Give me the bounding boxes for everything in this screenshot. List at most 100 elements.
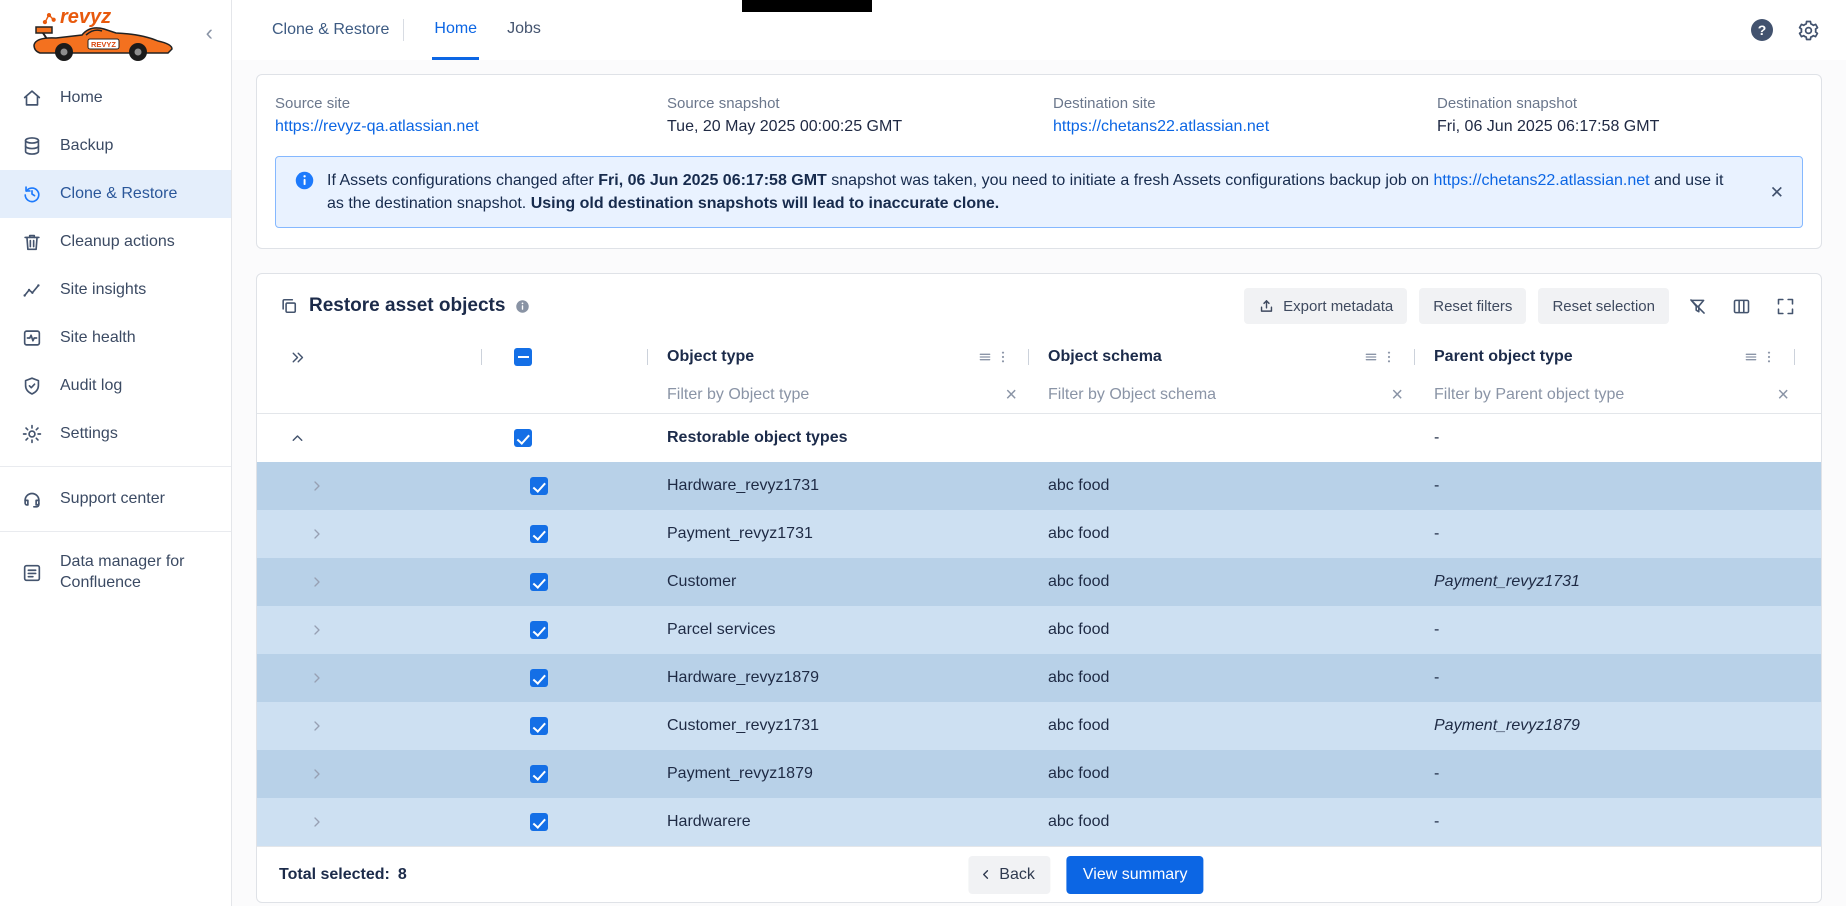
back-button[interactable]: Back [968, 856, 1051, 894]
export-metadata-button[interactable]: Export metadata [1244, 288, 1407, 324]
row-checkbox[interactable] [530, 669, 548, 687]
destination-snapshot-value: Fri, 06 Jun 2025 06:17:58 GMT [1437, 118, 1821, 136]
row-checkbox[interactable] [530, 525, 548, 543]
chevron-right-icon[interactable] [309, 814, 325, 830]
headset-icon [20, 488, 44, 510]
filter-parent-object-type-input[interactable] [1434, 386, 1771, 404]
sidebar-item-backup[interactable]: Backup [0, 122, 231, 170]
sidebar-item-site-health[interactable]: Site health [0, 314, 231, 362]
chevron-right-icon[interactable] [309, 622, 325, 638]
view-summary-button[interactable]: View summary [1067, 856, 1204, 894]
table-row[interactable]: Parcel services abc food - [257, 606, 1821, 654]
reset-selection-button[interactable]: Reset selection [1538, 288, 1669, 324]
fullscreen-icon[interactable] [1769, 290, 1801, 322]
sidebar-item-settings[interactable]: Settings [0, 410, 231, 458]
column-header-icons [977, 349, 1011, 365]
column-menu-icon[interactable] [1363, 349, 1379, 365]
column-header-object-type: Object type [648, 338, 1029, 376]
tab-home[interactable]: Home [432, 0, 479, 60]
sidebar-item-data-manager[interactable]: Data manager for Confluence [0, 540, 231, 606]
header-expand-column [257, 338, 482, 376]
row-expand-cell [257, 478, 482, 494]
reset-filters-button[interactable]: Reset filters [1419, 288, 1526, 324]
chevron-right-icon[interactable] [309, 718, 325, 734]
column-more-icon[interactable] [1381, 349, 1397, 365]
filter-object-schema-input[interactable] [1048, 386, 1385, 404]
tab-jobs[interactable]: Jobs [505, 0, 543, 60]
close-icon[interactable]: ✕ [1770, 184, 1784, 201]
sidebar-item-audit-log[interactable]: Audit log [0, 362, 231, 410]
column-menu-icon[interactable] [1743, 349, 1759, 365]
page-title: Restore asset objects [309, 295, 505, 317]
row-expand-cell [257, 766, 482, 782]
row-checkbox-cell [482, 573, 648, 591]
clear-filter-icon[interactable]: × [1005, 385, 1017, 405]
clear-filter-icon[interactable]: × [1391, 385, 1403, 405]
row-checkbox[interactable] [530, 477, 548, 495]
breadcrumb[interactable]: Clone & Restore [272, 21, 389, 39]
table-row[interactable]: Hardware_revyz1879 abc food - [257, 654, 1821, 702]
filter-object-type-cell: × [648, 385, 1029, 405]
sidebar-item-home[interactable]: Home [0, 74, 231, 122]
chevron-right-icon[interactable] [309, 526, 325, 542]
filter-object-type-input[interactable] [667, 386, 999, 404]
row-checkbox[interactable] [530, 813, 548, 831]
cell-object-schema: abc food [1029, 573, 1415, 591]
cell-object-schema: abc food [1029, 765, 1415, 783]
sidebar-item-clone-restore[interactable]: Clone & Restore [0, 170, 231, 218]
alert-destination-link[interactable]: https://chetans22.atlassian.net [1433, 172, 1649, 189]
settings-gear-icon[interactable] [1797, 19, 1820, 42]
chevron-up-icon[interactable] [289, 430, 306, 447]
table-row[interactable]: Customer_revyz1731 abc food Payment_revy… [257, 702, 1821, 750]
sidebar-item-site-insights[interactable]: Site insights [0, 266, 231, 314]
clear-filter-icon[interactable]: × [1777, 385, 1789, 405]
row-checkbox[interactable] [530, 717, 548, 735]
table-group-row[interactable]: Restorable object types - [257, 414, 1821, 462]
sidebar-item-cleanup-actions[interactable]: Cleanup actions [0, 218, 231, 266]
column-more-icon[interactable] [995, 349, 1011, 365]
table-filter-row: × × × [257, 376, 1821, 414]
destination-site-link[interactable]: https://chetans22.atlassian.net [1053, 118, 1269, 135]
expand-all-icon[interactable] [289, 349, 306, 366]
sidebar-item-label: Home [60, 89, 103, 107]
row-checkbox[interactable] [530, 765, 548, 783]
chevron-right-icon[interactable] [309, 766, 325, 782]
breadcrumb-divider [403, 19, 404, 41]
column-menu-icon[interactable] [977, 349, 993, 365]
sidebar-item-label: Site health [60, 329, 136, 347]
export-icon [1258, 298, 1275, 315]
cell-object-type: Customer_revyz1731 [648, 717, 1029, 735]
snapshot-fields: Source site https://revyz-qa.atlassian.n… [257, 95, 1821, 136]
help-icon[interactable]: ? [1751, 19, 1773, 41]
chevron-left-icon [978, 867, 993, 882]
table-footer: Total selected:8 Back View summary [257, 846, 1821, 902]
group-checkbox[interactable] [514, 429, 532, 447]
cell-parent-object-type: Payment_revyz1879 [1415, 717, 1821, 735]
info-dot-icon[interactable] [515, 299, 530, 314]
column-more-icon[interactable] [1761, 349, 1777, 365]
clone-restore-icon [20, 183, 44, 205]
chevron-right-icon[interactable] [309, 574, 325, 590]
gear-icon [20, 423, 44, 445]
sidebar-item-support-center[interactable]: Support center [0, 475, 231, 523]
sidebar-collapse-icon[interactable]: ‹ [206, 22, 213, 44]
chevron-right-icon[interactable] [309, 478, 325, 494]
filter-parent-object-type-cell: × [1415, 385, 1821, 405]
sidebar-item-label: Cleanup actions [60, 233, 175, 251]
source-site-link[interactable]: https://revyz-qa.atlassian.net [275, 118, 479, 135]
select-all-checkbox[interactable] [514, 348, 532, 366]
table-row[interactable]: Payment_revyz1731 abc food - [257, 510, 1821, 558]
columns-icon[interactable] [1725, 290, 1757, 322]
row-checkbox[interactable] [530, 573, 548, 591]
table-row[interactable]: Hardware_revyz1731 abc food - [257, 462, 1821, 510]
chevron-right-icon[interactable] [309, 670, 325, 686]
table-row[interactable]: Customer abc food Payment_revyz1731 [257, 558, 1821, 606]
table-row[interactable]: Hardwarere abc food - [257, 798, 1821, 846]
page-content: Source site https://revyz-qa.atlassian.n… [232, 60, 1846, 906]
row-checkbox-cell [482, 669, 648, 687]
row-checkbox[interactable] [530, 621, 548, 639]
table-row[interactable]: Payment_revyz1879 abc food - [257, 750, 1821, 798]
cell-parent-object-type: - [1415, 669, 1821, 687]
row-checkbox-cell [482, 813, 648, 831]
clear-filters-icon[interactable] [1681, 290, 1713, 322]
